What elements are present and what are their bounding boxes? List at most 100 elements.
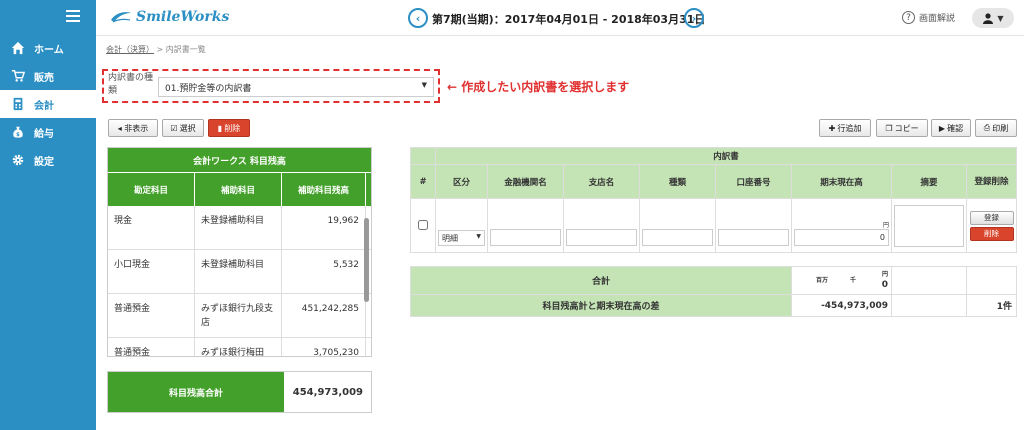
account-balance-panel: 会計ワークス 科目残高 勘定科目 補助科目 補助科目残高 現金 未登録補助科目 … bbox=[107, 147, 372, 357]
column-header: 登録削除 bbox=[965, 164, 1018, 199]
column-header: 摘要 bbox=[891, 164, 967, 199]
account-type-field[interactable] bbox=[642, 229, 713, 246]
record-count: 1件 bbox=[966, 294, 1017, 317]
bank-name-field[interactable] bbox=[490, 229, 561, 246]
sidebar-item-label: 販売 bbox=[34, 72, 54, 84]
header: SmileWorks ‹ 第7期(当期)：2017年04月01日 - 2018年… bbox=[96, 0, 1024, 36]
menu-icon[interactable] bbox=[66, 10, 80, 22]
unit-thousand: 千 bbox=[850, 277, 857, 284]
row-delete-button[interactable]: 削除 bbox=[969, 226, 1014, 241]
difference-label: 科目残高計と期末現在高の差 bbox=[410, 294, 792, 317]
statement-type-value: 01.預貯金等の内訳書 bbox=[165, 84, 252, 94]
confirm-button[interactable]: ▶ 確認 bbox=[931, 119, 971, 137]
column-header: 口座番号 bbox=[715, 164, 792, 199]
brand-logo[interactable]: SmileWorks bbox=[110, 9, 229, 25]
remarks-field[interactable] bbox=[894, 204, 964, 247]
column-header: 期末現在高 bbox=[791, 164, 892, 199]
gear-icon bbox=[10, 152, 26, 168]
detail-table-title: 内訳書 bbox=[434, 147, 1018, 165]
copy-button[interactable]: ❐ コピー bbox=[876, 119, 928, 137]
previous-period-button[interactable]: ‹ bbox=[408, 8, 428, 28]
column-header: # bbox=[410, 164, 436, 199]
sidebar-item-payroll[interactable]: $ 給与 bbox=[0, 118, 96, 146]
ending-balance-field[interactable]: 0 bbox=[794, 229, 889, 246]
delete-label: 削除 bbox=[224, 123, 241, 133]
account-cell: 小口現金 bbox=[108, 250, 195, 293]
logo-swoosh-icon bbox=[111, 12, 131, 23]
caret-down-icon: ▼ bbox=[476, 233, 481, 240]
help-button[interactable]: ? 画面解説 bbox=[902, 11, 955, 24]
delete-button[interactable]: ▮ 削除 bbox=[208, 119, 250, 137]
table-row[interactable]: 普通預金 みずほ銀行梅田 3,705,230 bbox=[108, 338, 371, 356]
calculator-icon bbox=[10, 96, 26, 112]
balance-total-label: 科目残高合計 bbox=[108, 372, 284, 412]
statement-type-selector-area: 内訳書の種類 01.預貯金等の内訳書 ▼ bbox=[102, 69, 440, 103]
balance-table-header: 勘定科目 補助科目 補助科目残高 bbox=[108, 172, 371, 206]
column-header: 区分 bbox=[435, 164, 488, 199]
plus-icon: ✚ bbox=[828, 123, 836, 133]
total-value: 0 bbox=[881, 280, 888, 290]
sidebar-item-home[interactable]: ホーム bbox=[0, 34, 96, 62]
select-label: 選択 bbox=[179, 123, 196, 133]
account-cell: 普通預金 bbox=[108, 294, 195, 337]
register-button[interactable]: 登録 bbox=[969, 210, 1014, 225]
table-row[interactable]: 普通預金 みずほ銀行九段支店 451,242,285 bbox=[108, 294, 371, 338]
breadcrumb-parent-link[interactable]: 会計（決算） bbox=[106, 45, 154, 54]
amount-cell: 5,532 bbox=[282, 250, 366, 293]
help-label: 画面解説 bbox=[919, 14, 956, 24]
unit-label: 円 bbox=[882, 222, 889, 229]
total-amount-cell: 百万 千 円 0 bbox=[791, 266, 892, 295]
add-row-label: 行追加 bbox=[837, 123, 862, 133]
table-row[interactable]: 現金 未登録補助科目 19,962 bbox=[108, 206, 371, 250]
total-label: 合計 bbox=[410, 266, 792, 295]
hide-button[interactable]: ◂ 非表示 bbox=[108, 119, 158, 137]
statement-type-label: 内訳書の種類 bbox=[108, 73, 154, 96]
sidebar-item-settings[interactable]: 設定 bbox=[0, 146, 96, 174]
balance-panel-title: 会計ワークス 科目残高 bbox=[108, 148, 371, 172]
breadcrumb: 会計（決算） > 内訳書一覧 bbox=[106, 44, 206, 55]
column-header: 支店名 bbox=[563, 164, 640, 199]
unit-million: 百万 bbox=[816, 277, 829, 284]
printer-icon: ⎙ bbox=[983, 123, 991, 132]
user-menu-button[interactable]: ▼ bbox=[972, 8, 1014, 28]
print-button[interactable]: ⎙ 印刷 bbox=[975, 119, 1017, 137]
table-row[interactable]: 小口現金 未登録補助科目 5,532 bbox=[108, 250, 371, 294]
summary-table: 合計 百万 千 円 0 科目残高計と期末現在高の差 -454,973,009 1… bbox=[410, 266, 1017, 317]
trash-icon: ▮ bbox=[217, 123, 223, 133]
balance-total-value: 454,973,009 bbox=[292, 386, 363, 398]
row-checkbox[interactable] bbox=[418, 219, 428, 230]
sidebar: ホーム 販売 会計 $ 給与 設定 bbox=[0, 0, 96, 430]
chevron-left-icon: ‹ bbox=[415, 11, 421, 25]
sidebar-item-accounting[interactable]: 会計 bbox=[0, 90, 96, 118]
account-number-field[interactable] bbox=[718, 229, 789, 246]
hide-label: ◂ 非表示 bbox=[117, 123, 149, 133]
sidebar-item-label: 給与 bbox=[34, 128, 54, 140]
caret-down-icon: ▼ bbox=[421, 81, 427, 89]
sub-account-cell: 未登録補助科目 bbox=[195, 206, 282, 249]
difference-value: -454,973,009 bbox=[791, 294, 892, 317]
scrollbar[interactable] bbox=[364, 218, 369, 302]
sidebar-item-sales[interactable]: 販売 bbox=[0, 62, 96, 90]
category-select[interactable]: 明細 ▼ bbox=[438, 230, 485, 246]
chevron-right-icon: › bbox=[691, 11, 697, 25]
home-icon bbox=[10, 40, 26, 56]
breadcrumb-current: 内訳書一覧 bbox=[165, 45, 206, 54]
money-bag-icon: $ bbox=[10, 124, 26, 140]
add-row-button[interactable]: ✚ 行追加 bbox=[819, 119, 871, 137]
next-period-button[interactable]: › bbox=[684, 8, 704, 28]
instruction-annotation: ← 作成したい内訳書を選択します bbox=[447, 80, 630, 94]
statement-type-select[interactable]: 01.預貯金等の内訳書 ▼ bbox=[158, 77, 434, 97]
amount-cell: 451,242,285 bbox=[282, 294, 366, 337]
svg-text:$: $ bbox=[16, 132, 20, 138]
play-icon: ▶ bbox=[938, 123, 946, 133]
sidebar-item-label: 設定 bbox=[34, 156, 54, 168]
select-button[interactable]: ☑ 選択 bbox=[162, 119, 204, 137]
sub-account-cell: みずほ銀行九段支店 bbox=[195, 294, 282, 337]
account-cell: 普通預金 bbox=[108, 338, 195, 356]
account-cell: 現金 bbox=[108, 206, 195, 249]
breadcrumb-separator: > bbox=[156, 45, 164, 54]
column-header: 種類 bbox=[639, 164, 716, 199]
user-icon bbox=[983, 13, 994, 24]
branch-name-field[interactable] bbox=[566, 229, 637, 246]
check-icon: ☑ bbox=[170, 123, 178, 133]
